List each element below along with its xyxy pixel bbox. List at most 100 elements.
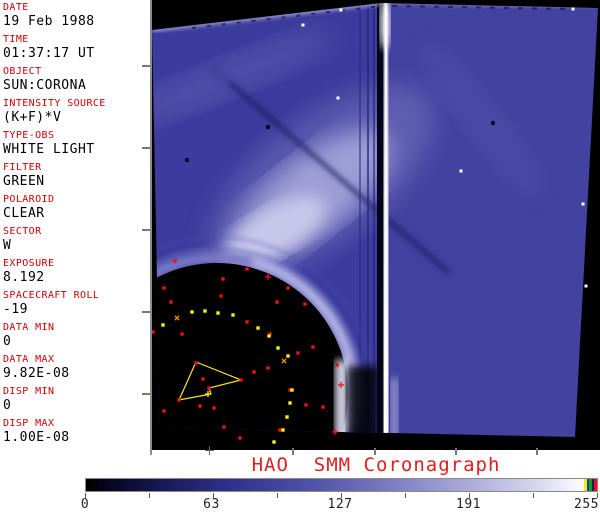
fiducial-red-dot	[162, 409, 166, 413]
pylon-base-shadow	[348, 366, 378, 437]
fiducial-red-dot	[177, 398, 181, 402]
star-speck	[581, 202, 585, 206]
metadata-field-value: -19	[3, 302, 28, 317]
metadata-field-label: SPACECRAFT ROLL	[3, 290, 100, 301]
fiducial-yellow-dot	[285, 415, 289, 419]
metadata-field-label: DATA MIN	[3, 322, 55, 333]
fiducial-yellow-dot	[290, 388, 294, 392]
fiducial-red-dot	[266, 366, 270, 370]
metadata-field-value: CLEAR	[3, 206, 45, 221]
bottom-axis-tick	[536, 448, 538, 455]
fiducial-yellow-dot	[256, 326, 260, 330]
metadata-field-value: 8.192	[3, 270, 45, 285]
fiducial-yellow-dot	[190, 310, 194, 314]
metadata-field-label: TIME	[3, 34, 29, 45]
left-axis-tick	[142, 393, 150, 395]
right-frame-tone	[390, 0, 600, 450]
fiducial-red-dot	[219, 294, 223, 298]
fiducial-red-dot	[296, 351, 300, 355]
metadata-field-value: 1.00E-08	[3, 430, 70, 445]
fiducial-red-dot	[321, 405, 325, 409]
metadata-field-label: POLAROID	[3, 194, 55, 205]
fiducial-yellow-dot	[286, 354, 290, 358]
intensity-colorbar	[85, 478, 598, 492]
fiducial-red-dot	[201, 377, 205, 381]
fiducial-yellow-dot	[288, 401, 292, 405]
colorbar-tick-label: 127	[327, 497, 353, 512]
fiducial-red-dot	[198, 404, 202, 408]
metadata-panel: DATE 19 Feb 1988 TIME 01:37:17 UT OBJECT…	[0, 0, 150, 455]
coronagraph-image[interactable]	[152, 0, 600, 450]
image-title: HAO SMM Coronagraph	[251, 454, 501, 476]
dark-spot	[265, 124, 271, 130]
metadata-field-label: DATA MAX	[3, 354, 55, 365]
star-speck	[339, 8, 343, 12]
metadata-field-value: (K+F)*V	[3, 110, 62, 125]
star-speck	[459, 169, 463, 173]
metadata-field: DATA MIN 0	[3, 322, 150, 349]
fiducial-yellow-dot	[216, 311, 220, 315]
metadata-field-value: WHITE LIGHT	[3, 142, 95, 157]
metadata-field: TIME 01:37:17 UT	[3, 34, 150, 61]
star-speck	[301, 23, 305, 27]
fiducial-red-dot	[303, 302, 307, 306]
metadata-field-value: SUN:CORONA	[3, 78, 87, 93]
fiducial-red-dot	[194, 361, 198, 365]
coronagraph-scene	[152, 0, 600, 450]
fiducial-red-dot	[162, 286, 166, 290]
metadata-field: TYPE-OBS WHITE LIGHT	[3, 130, 150, 157]
metadata-field-label: DISP MIN	[3, 386, 55, 397]
fiducial-red-dot	[173, 259, 177, 263]
left-axis-tick	[142, 147, 150, 149]
colorbar-end-stripes	[584, 479, 597, 491]
metadata-field-value: 01:37:17 UT	[3, 46, 95, 61]
metadata-field-value: 0	[3, 334, 12, 349]
fiducial-red-dot	[311, 345, 315, 349]
fiducial-red-dot	[212, 406, 216, 410]
rim-pylon-bright	[335, 360, 348, 437]
colorbar-tick	[533, 493, 534, 498]
metadata-field: EXPOSURE 8.192	[3, 258, 150, 285]
colorbar-tick-label: 255	[574, 497, 599, 512]
metadata-field-value: 19 Feb 1988	[3, 14, 95, 29]
metadata-field-label: EXPOSURE	[3, 258, 55, 269]
metadata-field: POLAROID CLEAR	[3, 194, 150, 221]
metadata-field-label: DISP MAX	[3, 418, 55, 429]
metadata-field-value: 0	[3, 398, 12, 413]
fiducial-red-dot	[239, 378, 243, 382]
metadata-field: OBJECT SUN:CORONA	[3, 66, 150, 93]
metadata-field-value: W	[3, 238, 12, 253]
dark-spot	[184, 157, 190, 163]
colorbar-tick-label: 191	[455, 497, 481, 512]
metadata-field: DISP MIN 0	[3, 386, 150, 413]
metadata-field: DATA MAX 9.82E-08	[3, 354, 150, 381]
pylon-shadow	[377, 3, 384, 437]
fiducial-yellow-dot	[203, 309, 207, 313]
metadata-field-label: TYPE-OBS	[3, 130, 55, 141]
metadata-field: FILTER GREEN	[3, 162, 150, 189]
dark-spot	[490, 120, 496, 126]
metadata-field-value: GREEN	[3, 174, 45, 189]
bottom-axis-cross	[205, 446, 214, 455]
colorbar-tick	[149, 493, 150, 498]
metadata-field: DISP MAX 1.00E-08	[3, 418, 150, 445]
colorbar-tick-label: 63	[203, 497, 220, 512]
fiducial-yellow-dot	[281, 428, 285, 432]
metadata-field: INTENSITY SOURCE (K+F)*V	[3, 98, 150, 125]
fiducial-yellow-dot	[161, 323, 165, 327]
fiducial-yellow-dot	[231, 313, 235, 317]
rim-pylon-bright2	[391, 378, 398, 437]
metadata-field-label: DATE	[3, 2, 29, 13]
fiducial-red-dot	[335, 363, 339, 367]
star-speck	[584, 284, 588, 288]
fiducial-red-dot	[180, 332, 184, 336]
fiducial-red-dot	[286, 286, 290, 290]
fiducial-red-dot	[304, 403, 308, 407]
fiducial-red-dot	[245, 267, 249, 271]
fiducial-yellow-dot	[276, 346, 280, 350]
stripe-red	[594, 479, 597, 491]
fiducial-red-dot	[245, 320, 249, 324]
colorbar-tick-label: 0	[80, 497, 90, 512]
fiducial-red-dot	[275, 300, 279, 304]
metadata-field-label: INTENSITY SOURCE	[3, 98, 106, 109]
